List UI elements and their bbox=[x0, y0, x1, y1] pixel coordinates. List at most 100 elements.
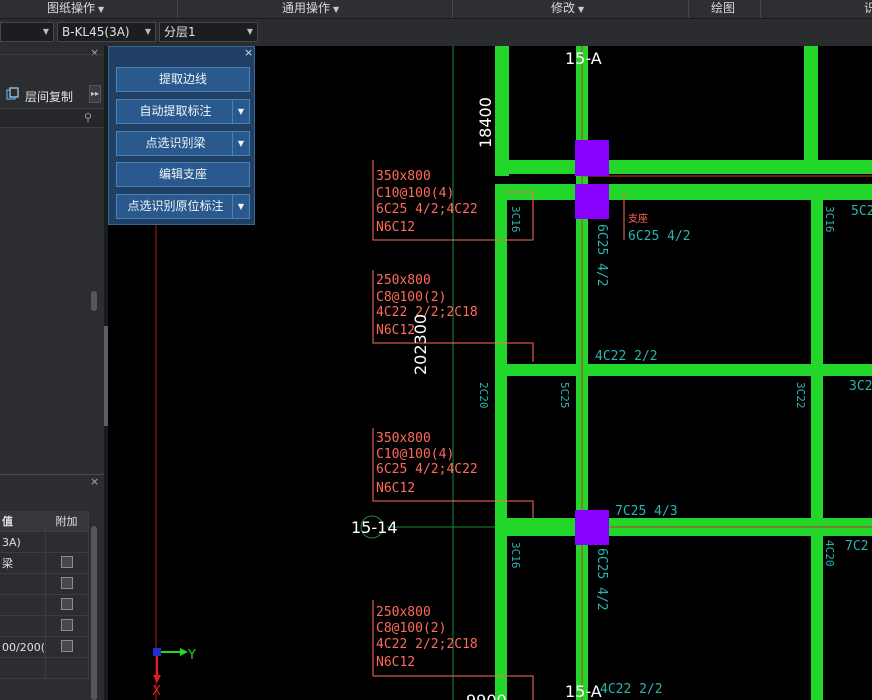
column bbox=[575, 140, 609, 176]
edit-support-button[interactable]: 编辑支座 bbox=[116, 162, 250, 187]
checkbox[interactable] bbox=[60, 576, 73, 589]
rebar-label: 4C22 2/2 bbox=[595, 349, 658, 364]
layer-select[interactable]: 分层1 ▼ bbox=[159, 22, 258, 42]
beam-note: 6C25 4/2;4C22 bbox=[376, 462, 478, 477]
divider bbox=[452, 0, 453, 18]
rebar-label: 5C25 bbox=[558, 382, 571, 409]
cell-extra bbox=[45, 552, 89, 574]
rebar-label: 7C25 4/3 bbox=[615, 504, 678, 519]
menu-label: 识 bbox=[864, 1, 872, 15]
checkbox[interactable] bbox=[60, 618, 73, 631]
beam-note: C10@100(4) bbox=[376, 186, 454, 201]
cell-value bbox=[0, 657, 46, 679]
checkbox[interactable] bbox=[60, 639, 73, 652]
search-icon: ⚲ bbox=[84, 111, 93, 124]
chevron-down-icon[interactable]: ▼ bbox=[232, 132, 249, 155]
dimension-label: 202300 bbox=[411, 314, 430, 375]
column-header: 附加 bbox=[45, 511, 89, 532]
chevron-down-icon: ▼ bbox=[144, 27, 151, 36]
chevron-down-icon: ▼ bbox=[333, 5, 340, 14]
checkbox[interactable] bbox=[60, 555, 73, 568]
cell-extra bbox=[45, 657, 89, 679]
table-row[interactable]: 00/200(4 bbox=[0, 636, 89, 658]
floor-select[interactable]: ▼ bbox=[0, 22, 54, 42]
recognition-panel: × 提取边线 自动提取标注 ▼ 点选识别梁 ▼ 编辑支座 点选识别原位标注 ▼ bbox=[108, 46, 255, 225]
rebar-label: 3C22 bbox=[794, 382, 807, 409]
pick-recognize-beam-button[interactable]: 点选识别梁 ▼ bbox=[116, 131, 250, 156]
menu-label: 修改 bbox=[551, 1, 576, 15]
chevron-down-icon[interactable]: ▼ bbox=[232, 100, 249, 123]
table-row[interactable] bbox=[0, 594, 89, 616]
beam-note: 4C22 2/2;2C18 bbox=[376, 637, 478, 652]
search-input[interactable]: ⚲ bbox=[0, 108, 104, 128]
ucs-y-label: Y bbox=[187, 648, 196, 663]
cell-value bbox=[0, 573, 46, 595]
close-icon[interactable]: × bbox=[90, 475, 99, 488]
table-header-row: 值 附加 bbox=[0, 511, 89, 532]
cell-extra bbox=[45, 531, 89, 553]
menu-draw[interactable]: 绘图 bbox=[711, 0, 735, 18]
cell-extra bbox=[45, 615, 89, 637]
menu-label: 通用操作 bbox=[282, 1, 331, 15]
cell-value: 00/200(4 bbox=[0, 636, 46, 658]
beam-note: N6C12 bbox=[376, 220, 415, 235]
table-row[interactable] bbox=[0, 657, 89, 679]
ucs-x-label: X bbox=[152, 684, 161, 699]
chevron-down-icon: ▼ bbox=[578, 5, 585, 14]
cell-value: 梁 bbox=[0, 552, 46, 574]
checkbox[interactable] bbox=[60, 597, 73, 610]
menu-drawing-ops[interactable]: 图纸操作 ▼ bbox=[47, 0, 104, 18]
table-row[interactable]: 梁 bbox=[0, 552, 89, 574]
cell-value: 3A) bbox=[0, 531, 46, 553]
table-row[interactable] bbox=[0, 615, 89, 637]
table-row[interactable]: 3A) bbox=[0, 531, 89, 553]
menu-label: 图纸操作 bbox=[47, 1, 96, 15]
dimension-label: 9900 bbox=[466, 691, 507, 700]
cell-extra bbox=[45, 594, 89, 616]
beam-note: 350x800 bbox=[376, 169, 431, 184]
beam-note: N6C12 bbox=[376, 655, 415, 670]
rebar-label: 3C16 bbox=[509, 206, 522, 233]
divider bbox=[760, 0, 761, 18]
beam bbox=[495, 46, 509, 176]
extract-edge-button[interactable]: 提取边线 bbox=[116, 67, 250, 92]
rebar-label: 3C16 bbox=[509, 542, 522, 569]
properties-table: 值 附加 3A) 梁 00/200(4 bbox=[0, 511, 89, 679]
rebar-label: 4C20 bbox=[823, 540, 836, 567]
menu-modify[interactable]: 修改 ▼ bbox=[551, 0, 584, 18]
scrollbar-thumb[interactable] bbox=[91, 526, 97, 700]
scrollbar-thumb[interactable] bbox=[91, 291, 97, 311]
pick-recognize-inplace-button[interactable]: 点选识别原位标注 ▼ bbox=[116, 194, 250, 219]
auto-extract-label-button[interactable]: 自动提取标注 ▼ bbox=[116, 99, 250, 124]
select-value: 分层1 bbox=[164, 25, 196, 39]
rebar-label: 7C2 bbox=[845, 539, 868, 554]
rebar-label: 6C25 4/2 bbox=[594, 548, 609, 611]
close-icon[interactable]: × bbox=[244, 46, 253, 59]
chevron-down-icon: ▼ bbox=[42, 27, 49, 36]
copy-layer-icon[interactable] bbox=[6, 87, 20, 101]
rebar-label: 2C20 bbox=[477, 382, 490, 409]
divider bbox=[688, 0, 689, 18]
expand-icon[interactable]: ▸▸ bbox=[89, 85, 101, 103]
toolbar: ▼ B-KL45(3A) ▼ 分层1 ▼ bbox=[0, 19, 872, 46]
beam-note: 350x800 bbox=[376, 431, 431, 446]
rebar-label: 3C2 bbox=[849, 379, 872, 394]
menu-general-ops[interactable]: 通用操作 ▼ bbox=[282, 0, 339, 18]
table-row[interactable] bbox=[0, 573, 89, 595]
beam-note: 6C25 4/2;4C22 bbox=[376, 202, 478, 217]
beam-note: C8@100(2) bbox=[376, 290, 446, 305]
column-header: 值 bbox=[0, 511, 46, 532]
rebar-label: 4C22 2/2 bbox=[600, 682, 663, 697]
button-label: 点选识别梁 bbox=[145, 136, 206, 150]
close-icon[interactable]: × bbox=[90, 46, 99, 59]
menu-recognize[interactable]: 识 bbox=[864, 0, 872, 18]
beam-note: C10@100(4) bbox=[376, 447, 454, 462]
component-select[interactable]: B-KL45(3A) ▼ bbox=[57, 22, 156, 42]
cell-extra bbox=[45, 573, 89, 595]
rebar-label: 6C25 4/2 bbox=[628, 229, 691, 244]
copy-layer-button[interactable]: 层间复制 bbox=[25, 88, 73, 105]
chevron-down-icon: ▼ bbox=[246, 27, 253, 36]
beam-note: N6C12 bbox=[376, 481, 415, 496]
column bbox=[575, 510, 609, 545]
chevron-down-icon[interactable]: ▼ bbox=[232, 195, 249, 218]
